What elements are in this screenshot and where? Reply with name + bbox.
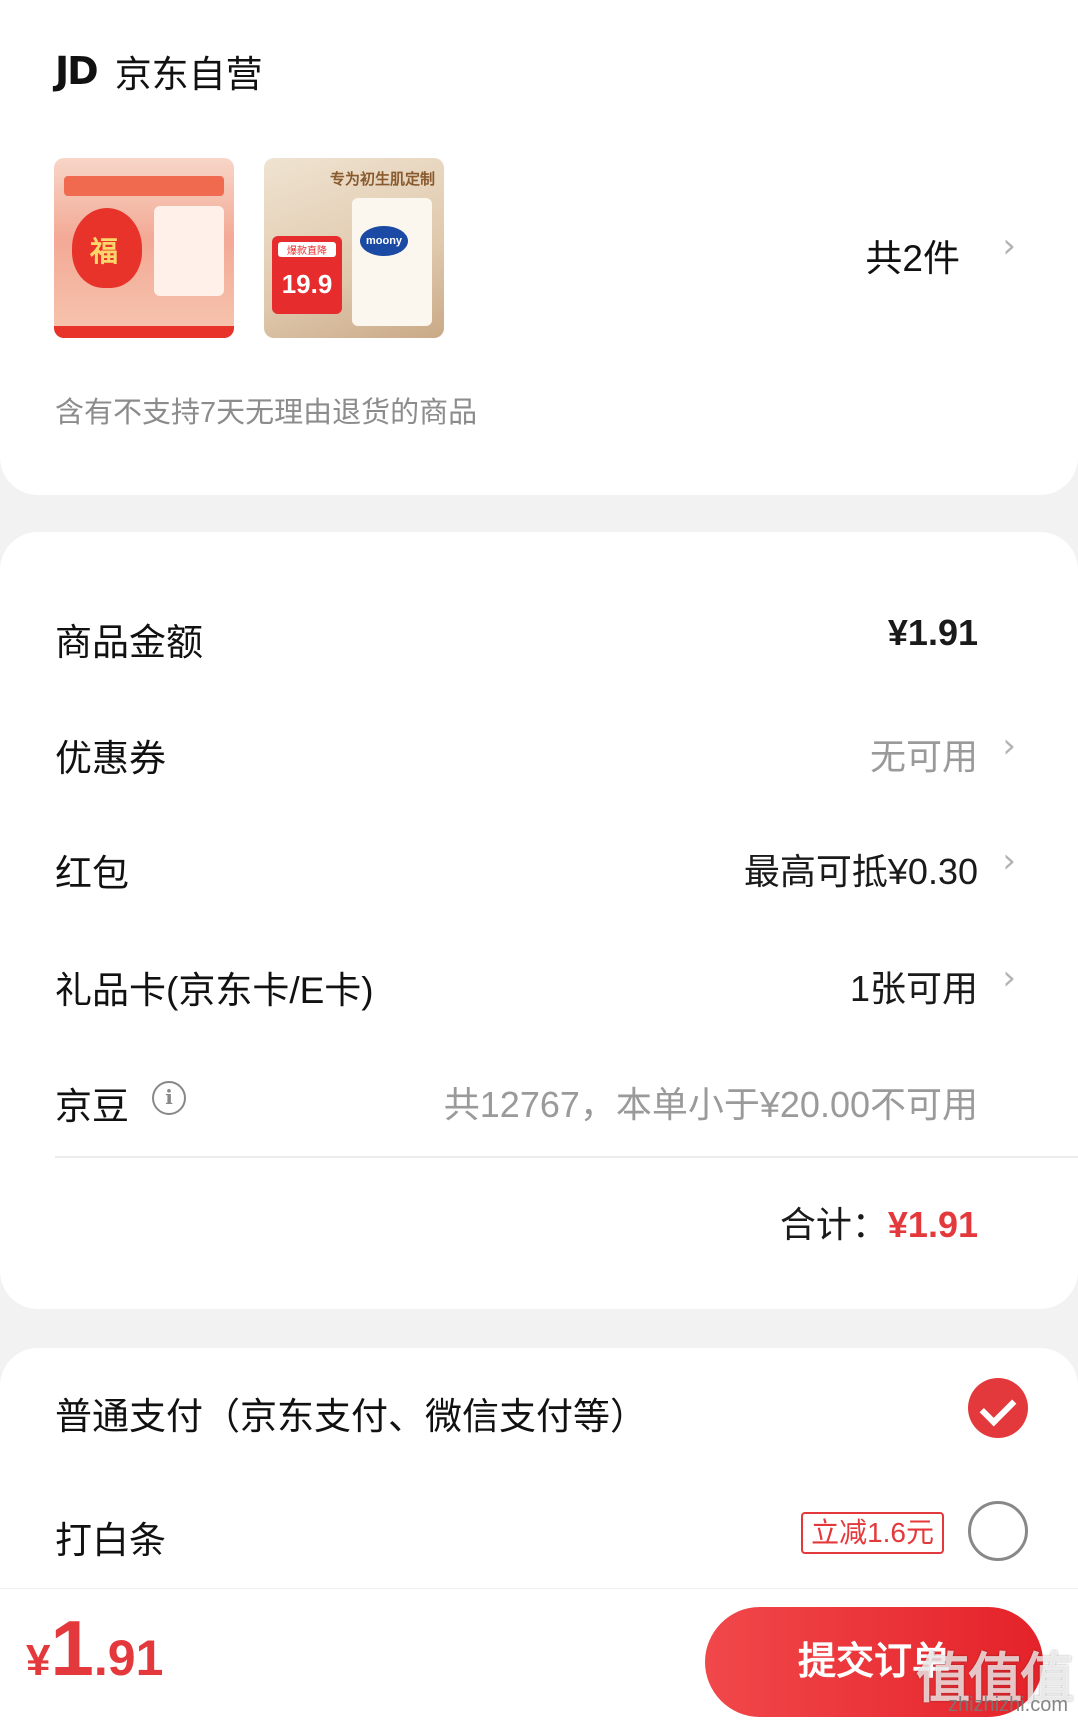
diaper-pack-image (352, 198, 432, 326)
radio-unchecked-icon[interactable] (968, 1501, 1028, 1561)
price-tag-value: 19.9 (281, 269, 333, 299)
discount-badge: 立减1.6元 (801, 1512, 944, 1554)
price-decimal: .91 (93, 1630, 164, 1686)
lucky-bag-badge: 福 (90, 236, 119, 267)
product-thumbnail-1[interactable]: 福 (54, 158, 234, 338)
thumb-banner (64, 176, 224, 196)
chevron-right-icon[interactable]: › (1002, 226, 1016, 266)
thumb-panel (154, 206, 224, 296)
item-count[interactable]: 共2件 (865, 228, 960, 282)
divider (55, 1156, 1078, 1158)
thumb-footer-bar (54, 326, 234, 338)
watermark-url: zhizhizhi.com (947, 1694, 1068, 1716)
product-thumbnail-2[interactable]: 专为初生肌定制 moony 爆款直降 19.9 (264, 158, 444, 338)
price-tag-label: 爆款直降 (278, 242, 336, 257)
giftcard-label: 礼品卡(京东卡/E卡) (55, 970, 374, 1011)
redpacket-label: 红包 (55, 853, 129, 894)
chevron-right-icon: › (1002, 958, 1016, 998)
price-integer: 1 (50, 1604, 94, 1692)
chevron-right-icon: › (1002, 726, 1016, 766)
return-policy-note: 含有不支持7天无理由退货的商品 (55, 397, 478, 429)
jd-logo: JD (55, 49, 99, 93)
shop-name: 京东自营 (114, 54, 263, 95)
price-tag: 爆款直降 19.9 (272, 236, 342, 314)
shop-header: JD 京东自营 (55, 44, 263, 98)
info-icon[interactable]: i (152, 1081, 186, 1115)
jingdou-value: 共12767，本单小于¥20.00不可用 (443, 1084, 978, 1125)
price-symbol: ¥ (26, 1636, 51, 1685)
payable-price: ¥1.91 (26, 1603, 163, 1694)
redpacket-value: 最高可抵¥0.30 (743, 851, 978, 892)
payment-baitiao-label: 打白条 (55, 1520, 166, 1561)
total-row: 合计：¥1.91 (780, 1196, 978, 1248)
chevron-right-icon: › (1002, 841, 1016, 881)
checkmark-icon[interactable] (968, 1378, 1028, 1438)
total-value: ¥1.91 (887, 1204, 978, 1245)
giftcard-value: 1张可用 (849, 968, 978, 1009)
goods-amount-value: ¥1.91 (887, 612, 978, 653)
lucky-bag-icon: 福 (72, 208, 142, 288)
coupon-value: 无可用 (869, 736, 978, 777)
payment-normal-label: 普通支付（京东支付、微信支付等） (55, 1396, 647, 1437)
total-label: 合计： (779, 1204, 888, 1245)
thumb-title: 专为初生肌定制 (330, 171, 436, 188)
goods-amount-label: 商品金额 (55, 622, 203, 663)
coupon-label: 优惠券 (55, 738, 166, 779)
moony-logo: moony (360, 226, 408, 256)
jingdou-label: 京豆 (55, 1086, 129, 1127)
shop-card: JD 京东自营 福 专为初生肌定制 moony 爆款直降 19.9 共2件 › … (0, 0, 1078, 495)
